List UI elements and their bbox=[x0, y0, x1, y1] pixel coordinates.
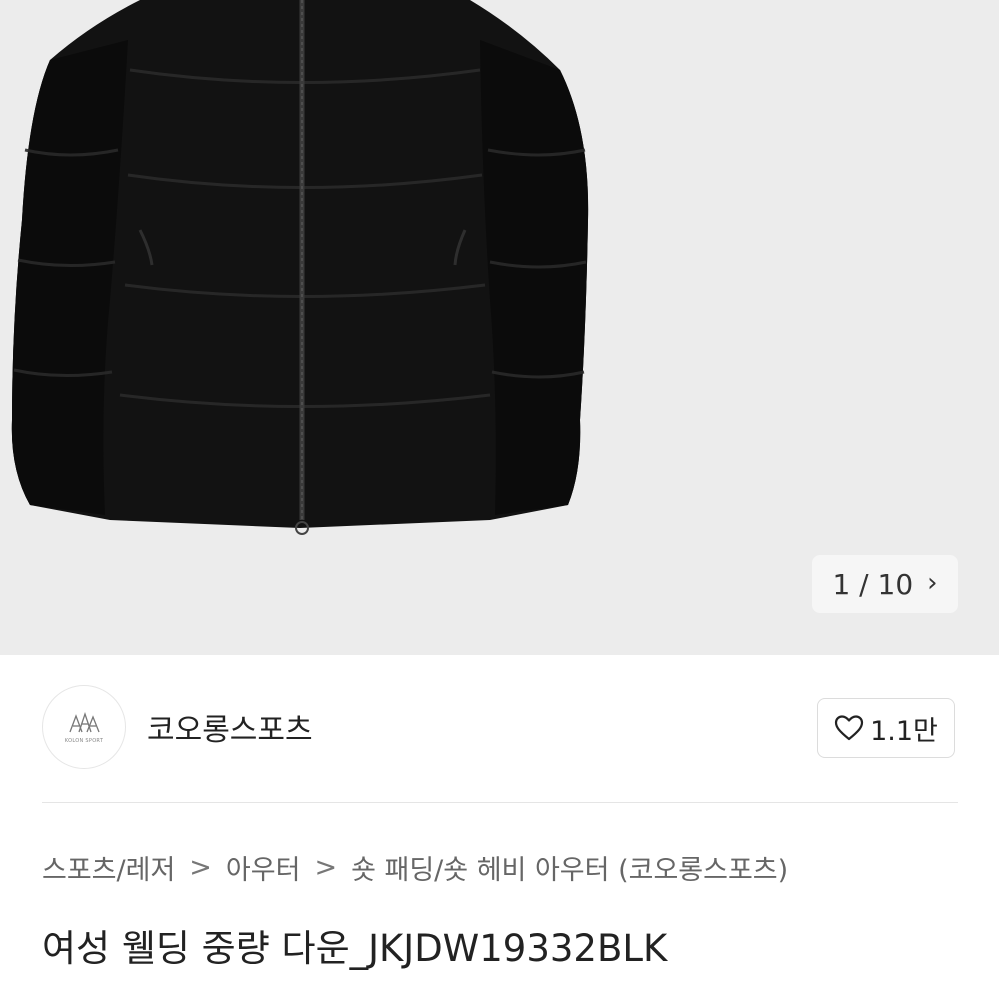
breadcrumb-item-subcategory[interactable]: 아우터 bbox=[226, 848, 301, 887]
image-counter-text: 1 / 10 bbox=[832, 567, 914, 601]
product-image-area[interactable]: 1 / 10 › bbox=[0, 0, 999, 655]
image-counter[interactable]: 1 / 10 › bbox=[812, 555, 958, 613]
breadcrumb-item-category[interactable]: 스포츠/레저 bbox=[42, 848, 175, 887]
breadcrumb: 스포츠/레저 > 아우터 > 숏 패딩/숏 헤비 아우터 (코오롱스포츠) bbox=[42, 848, 788, 887]
seller-name[interactable]: 코오롱스포츠 bbox=[147, 705, 313, 749]
seller-row: KOLON SPORT 코오롱스포츠 1.1만 bbox=[0, 655, 999, 803]
chevron-right-icon: > bbox=[189, 852, 212, 883]
divider bbox=[42, 802, 958, 803]
chevron-right-icon: > bbox=[314, 852, 338, 883]
like-count: 1.1만 bbox=[870, 715, 938, 747]
like-button[interactable]: 1.1만 bbox=[817, 698, 955, 758]
product-title: 여성 웰딩 중량 다운_JKJDW19332BLK bbox=[42, 927, 668, 970]
kolon-sport-logo-icon bbox=[69, 711, 100, 733]
heart-icon bbox=[835, 715, 864, 741]
breadcrumb-item-leaf[interactable]: 숏 패딩/숏 헤비 아우터 (코오롱스포츠) bbox=[351, 848, 788, 887]
chevron-right-icon: › bbox=[927, 568, 938, 598]
seller-logo-text: KOLON SPORT bbox=[64, 738, 104, 744]
seller-avatar[interactable]: KOLON SPORT bbox=[42, 685, 126, 769]
